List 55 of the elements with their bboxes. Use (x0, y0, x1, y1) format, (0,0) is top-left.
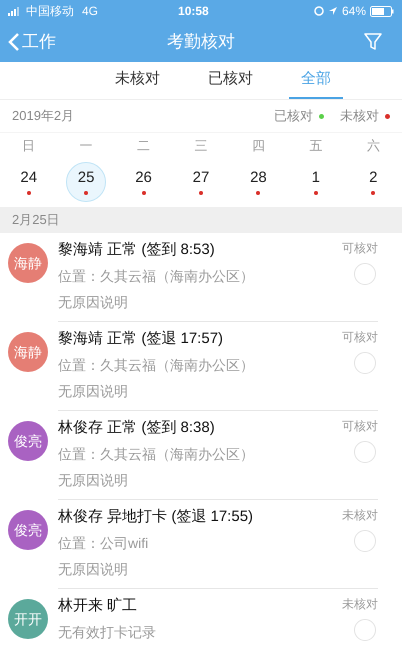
calendar-day[interactable]: 26 (124, 162, 164, 202)
calendar-day[interactable]: 1 (296, 162, 336, 202)
record-detail: 无原因说明 (58, 560, 129, 579)
back-icon (8, 32, 20, 52)
record-detail: 位置：公司wifi (58, 534, 150, 553)
legend-label: 未核对 (340, 107, 379, 126)
record-title: 林俊存 正常 (签到 8:38) (58, 418, 216, 438)
time-text: 10:58 (178, 3, 209, 20)
weekday-label: 六 (366, 137, 381, 155)
weekday-label: 五 (308, 137, 324, 155)
avatar: 开开 (8, 599, 48, 639)
record-title: 林俊存 异地打卡 (签退 17:55) (58, 507, 254, 527)
legend-label: 已核对 (274, 107, 313, 126)
network-text: 4G (82, 3, 98, 20)
tab[interactable]: 已核对 (196, 62, 265, 99)
weekday-label: 三 (193, 137, 208, 155)
record-status: 未核对 (342, 507, 378, 524)
avatar: 俊亮 (8, 421, 48, 461)
weekday-label: 二 (136, 137, 152, 155)
record-detail: 位置：久其云福（海南办公区） (58, 445, 255, 464)
tab[interactable]: 未核对 (103, 62, 172, 99)
page-title: 考勤核对 (167, 31, 235, 54)
carrier-text: 中国移动 (26, 3, 74, 20)
record-title: 黎海靖 正常 (签到 8:53) (58, 240, 216, 260)
avatar: 俊亮 (8, 510, 48, 550)
date-header: 2月25日 (0, 207, 402, 233)
record-title: 林开来 旷工 (58, 596, 138, 616)
battery-text: 64% (342, 3, 366, 20)
calendar-day[interactable]: 28 (238, 162, 278, 202)
filter-icon (364, 33, 382, 51)
record-detail: 无原因说明 (58, 382, 129, 401)
calendar-day[interactable]: 24 (8, 162, 49, 202)
calendar-day[interactable]: 25 (66, 162, 106, 202)
record-detail: 无原因说明 (58, 471, 129, 490)
record-detail: 无有效打卡记录 (58, 623, 157, 642)
weekday-label: 日 (21, 137, 36, 155)
record-status: 可核对 (342, 418, 378, 435)
weekday-label: 四 (250, 137, 266, 155)
record-detail: 位置：久其云福（海南办公区） (58, 267, 255, 286)
battery-icon (370, 6, 394, 16)
record-title: 黎海靖 正常 (签退 17:57) (58, 329, 224, 349)
location-icon (328, 6, 338, 16)
record-status: 可核对 (342, 240, 378, 257)
record-status: 可核对 (342, 329, 378, 346)
calendar-day[interactable]: 2 (353, 162, 394, 202)
calendar-day[interactable]: 27 (180, 162, 221, 202)
month-label: 2019年2月 (12, 107, 74, 126)
weekday-label: 一 (78, 137, 94, 155)
signal-icon (8, 6, 22, 16)
avatar: 海静 (8, 243, 48, 283)
filter-button[interactable] (364, 33, 382, 51)
record-detail: 无原因说明 (58, 293, 129, 312)
record-status: 未核对 (342, 596, 378, 613)
avatar: 海静 (8, 332, 48, 372)
record-detail: 位置：久其云福（海南办公区） (58, 356, 255, 375)
